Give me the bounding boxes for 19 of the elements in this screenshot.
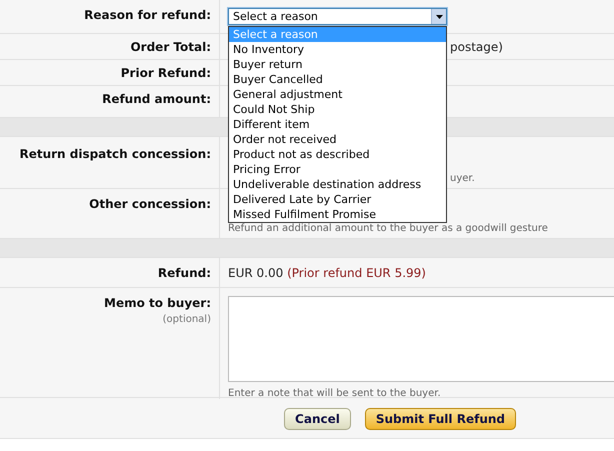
field-label: Prior Refund: [120, 66, 211, 80]
memo-field[interactable] [228, 296, 614, 382]
reason-select[interactable]: Select a reason [228, 8, 447, 25]
field-label: Order Total: [130, 40, 211, 54]
caret-icon [431, 9, 446, 24]
field-label: Other concession: [89, 197, 211, 211]
optional-note: (optional) [162, 314, 211, 325]
submit-button[interactable]: Submit Full Refund [364, 408, 516, 430]
hint-text: Refund an additional amount to the buyer as a goodwill gesture [228, 223, 548, 234]
field-label: Return dispatch concession: [19, 147, 211, 161]
field-label: Memo to buyer: [104, 296, 211, 310]
order-total-value: postage) [450, 40, 503, 54]
cancel-button[interactable]: Cancel [284, 408, 351, 430]
hint-text: Enter a note that will be sent to the buyer. [228, 388, 441, 399]
refund-amount: EUR 0.00 (Prior refund EUR 5.99) [228, 266, 426, 280]
field-label: Refund: [158, 266, 211, 280]
hint-text: uyer. [450, 173, 475, 184]
field-label: Reason for refund: [84, 8, 211, 22]
field-label: Refund amount: [102, 92, 211, 106]
